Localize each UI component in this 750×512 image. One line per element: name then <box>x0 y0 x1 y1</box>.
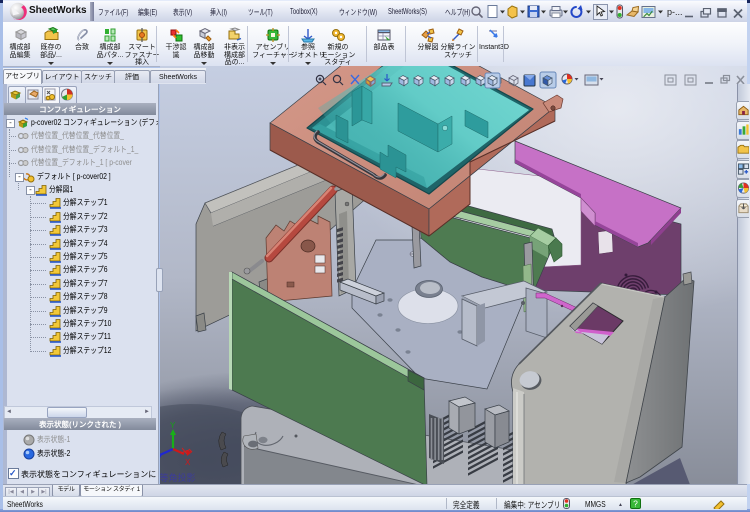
svg-text:?: ? <box>633 499 638 509</box>
svg-text:X: X <box>185 458 191 467</box>
svg-text:Y: Y <box>170 421 176 430</box>
svg-text:p-...: p-... <box>667 7 683 17</box>
svg-text:*等角投影: *等角投影 <box>160 472 196 483</box>
